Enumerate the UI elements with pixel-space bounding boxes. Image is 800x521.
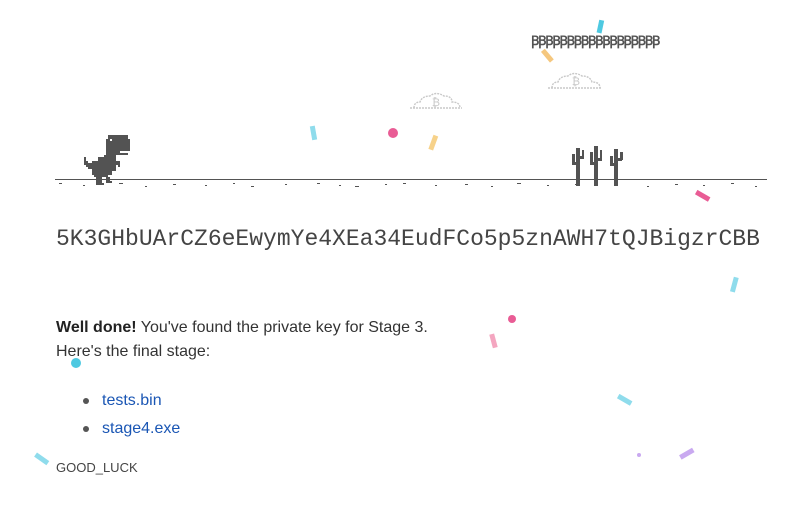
ground-pebbles <box>59 183 757 187</box>
score-counter: ꞴꞴꞴꞴꞴꞴꞴꞴꞴꞴꞴꞴꞴꞴꞴꞴꞴꞴ <box>531 34 660 49</box>
success-line-2: Here's the final stage: <box>56 343 211 360</box>
confetti-piece <box>729 276 739 293</box>
private-key-text: 5K3GHbUArCZ6eEwymYe4XEa34EudFCo5p5znAWH7… <box>56 226 760 252</box>
message-bold: Well done! <box>56 319 137 336</box>
confetti-piece <box>508 315 516 323</box>
list-item: tests.bin <box>80 387 180 415</box>
confetti-piece <box>679 447 695 460</box>
list-item: stage4.exe <box>80 415 180 443</box>
dino-game-area[interactable]: ꞴꞴꞴꞴꞴꞴꞴꞴꞴꞴꞴꞴꞴꞴꞴꞴꞴꞴ ₿ ₿ <box>0 0 800 200</box>
bitcoin-cloud: ₿ <box>408 90 464 115</box>
success-line-1: Well done! You've found the private key … <box>56 316 428 340</box>
bitcoin-cloud: ₿ <box>546 70 604 95</box>
confetti-piece <box>637 453 641 457</box>
file-link-tests-bin[interactable]: tests.bin <box>102 392 162 409</box>
confetti-piece <box>34 452 50 466</box>
cloud-bitcoin-symbol: ₿ <box>432 96 440 109</box>
cloud-bitcoin-symbol: ₿ <box>572 75 580 88</box>
confetti-piece <box>616 393 633 406</box>
file-list: tests.bin stage4.exe <box>80 387 180 443</box>
footer-code: GOOD_LUCK <box>56 460 138 475</box>
file-link-stage4-exe[interactable]: stage4.exe <box>102 420 180 437</box>
confetti-piece <box>489 333 498 349</box>
message-rest: You've found the private key for Stage 3… <box>140 319 428 336</box>
success-message: Well done! You've found the private key … <box>56 316 428 364</box>
